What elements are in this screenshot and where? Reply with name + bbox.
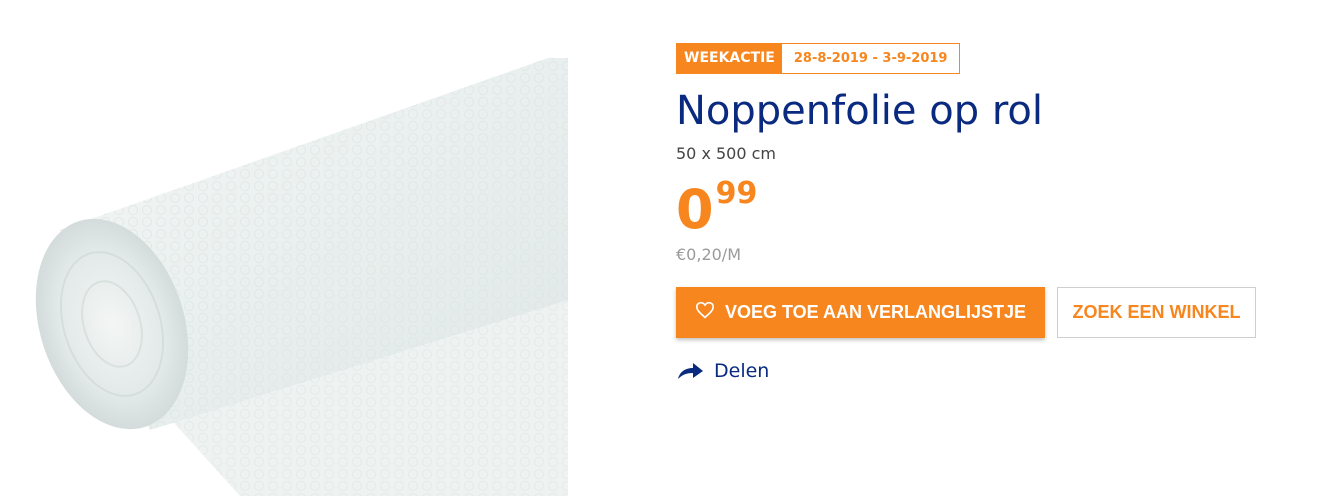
product-image	[0, 0, 568, 496]
product-info: WEEKACTIE 28-8-2019 - 3-9-2019 Noppenfol…	[676, 43, 1316, 382]
wishlist-label: VOEG TOE AAN VERLANGLIJSTJE	[724, 302, 1027, 322]
find-store-button[interactable]: ZOEK EEN WINKEL	[1057, 287, 1256, 338]
promo-dates: 28-8-2019 - 3-9-2019	[793, 51, 948, 66]
heart-icon	[695, 301, 715, 324]
action-buttons: VOEG TOE AAN VERLANGLIJSTJE ZOEK EEN WIN…	[676, 287, 1316, 338]
price: 099	[676, 179, 1316, 239]
product-size: 50 x 500 cm	[676, 144, 777, 163]
promo-label: WEEKACTIE	[677, 44, 782, 73]
share-label: Delen	[714, 360, 770, 382]
share-arrow-icon	[676, 361, 704, 381]
find-store-label: ZOEK EEN WINKEL	[1072, 302, 1241, 322]
share-link[interactable]: Delen	[676, 360, 1316, 382]
add-to-wishlist-button[interactable]: VOEG TOE AAN VERLANGLIJSTJE	[676, 287, 1045, 338]
product-title: Noppenfolie op rol	[676, 88, 1043, 134]
price-cents: 99	[715, 176, 758, 211]
price-main: 0	[676, 178, 714, 241]
promo-badge: WEEKACTIE 28-8-2019 - 3-9-2019	[676, 43, 961, 74]
unit-price: €0,20/M	[676, 245, 741, 264]
